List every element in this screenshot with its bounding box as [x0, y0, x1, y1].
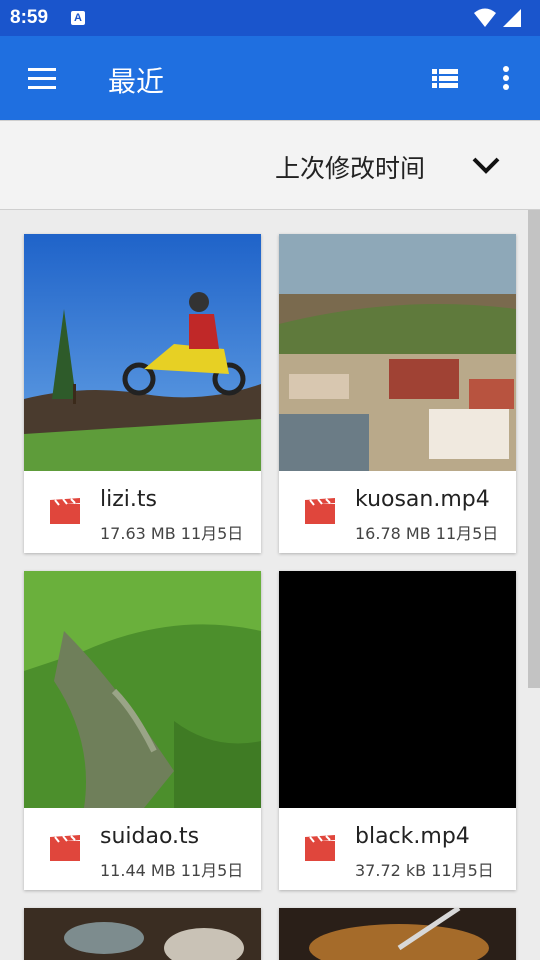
more-vert-icon[interactable]: [494, 62, 518, 96]
thumbnail: [24, 908, 261, 960]
video-file-icon: [50, 835, 80, 861]
thumbnail: [279, 234, 516, 471]
file-card-suidao[interactable]: suidao.ts 11.44 MB 11月5日: [24, 571, 261, 890]
file-meta: 16.78 MB 11月5日: [355, 524, 499, 543]
wifi-icon: [474, 8, 496, 27]
file-name: suidao.ts: [100, 824, 200, 849]
file-card-kuosan[interactable]: kuosan.mp4 16.78 MB 11月5日: [279, 234, 516, 553]
file-name: kuosan.mp4: [355, 487, 490, 512]
file-card-partial[interactable]: [24, 908, 261, 960]
list-view-icon[interactable]: [428, 62, 462, 96]
status-time: 8:59: [10, 7, 49, 28]
video-file-icon: [305, 835, 335, 861]
page-title: 最近: [108, 65, 165, 98]
thumbnail: [279, 908, 516, 960]
notification-a-icon: A: [71, 11, 85, 25]
file-card-black[interactable]: black.mp4 37.72 kB 11月5日: [279, 571, 516, 890]
thumbnail: [24, 571, 261, 808]
file-card-partial[interactable]: [279, 908, 516, 960]
menu-icon[interactable]: [22, 60, 58, 96]
thumbnail: [24, 234, 261, 471]
cell-signal-icon: [503, 9, 521, 27]
file-meta: 11.44 MB 11月5日: [100, 861, 244, 880]
thumbnail: [279, 571, 516, 808]
file-name: lizi.ts: [100, 487, 157, 512]
sort-bar[interactable]: 上次修改时间: [0, 120, 540, 210]
file-meta: 37.72 kB 11月5日: [355, 861, 494, 880]
status-bar: 8:59 A: [0, 0, 540, 36]
chevron-down-icon[interactable]: [470, 153, 502, 177]
sort-label[interactable]: 上次修改时间: [275, 149, 425, 185]
scrollbar[interactable]: [528, 210, 540, 688]
app-bar: 最近: [0, 36, 540, 120]
file-name: black.mp4: [355, 824, 470, 849]
file-card-lizi[interactable]: lizi.ts 17.63 MB 11月5日: [24, 234, 261, 553]
file-meta: 17.63 MB 11月5日: [100, 524, 244, 543]
file-grid: lizi.ts 17.63 MB 11月5日 kuosan.mp4 16.78 …: [0, 210, 540, 960]
video-file-icon: [305, 498, 335, 524]
video-file-icon: [50, 498, 80, 524]
